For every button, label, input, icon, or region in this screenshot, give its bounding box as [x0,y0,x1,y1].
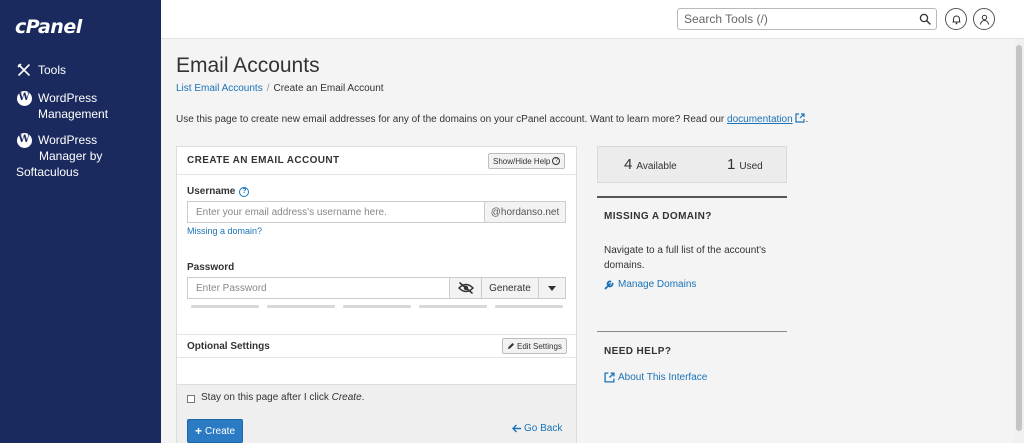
password-input[interactable] [187,277,450,299]
stat-used: 1 Used [727,156,763,173]
sidebar-item-wordpress-softaculous[interactable]: W WordPress Manager by Softaculous [16,132,102,180]
breadcrumb-list-email-accounts[interactable]: List Email Accounts [176,83,263,94]
search-input[interactable] [678,9,912,29]
documentation-link[interactable]: documentation [727,114,793,125]
notifications-button[interactable] [945,8,967,30]
user-menu-button[interactable] [973,8,995,30]
sidebar: cPanel Tools W WordPress Management W Wo… [0,0,161,443]
pencil-icon [508,343,514,349]
search-box [677,8,937,30]
eye-slash-icon [457,282,474,294]
create-email-panel: CREATE AN EMAIL ACCOUNT Show/Hide Help ?… [176,146,577,443]
generate-options-dropdown[interactable] [539,277,566,299]
cpanel-logo[interactable]: cPanel [15,16,82,38]
sidebar-item-label: Tools [38,63,67,77]
optional-settings-title: Optional Settings [187,341,270,352]
wrench-icon [604,280,614,290]
stay-on-page-label: Stay on this page after I click Create. [201,392,365,403]
user-icon [979,14,989,25]
bell-icon [952,15,960,24]
panel-title: CREATE AN EMAIL ACCOUNT [187,155,340,166]
external-link-icon[interactable] [795,113,806,123]
scrollbar[interactable] [1014,39,1024,443]
edit-settings-button[interactable]: Edit Settings [502,338,567,354]
panel-header: CREATE AN EMAIL ACCOUNT Show/Hide Help ? [177,147,576,175]
generate-password-button[interactable]: Generate [482,277,539,299]
sidebar-item-label: WordPress Management [38,91,109,121]
password-strength-segment [419,305,487,308]
intro-text: Use this page to create new email addres… [176,113,809,125]
toggle-password-visibility-button[interactable] [449,277,482,299]
breadcrumb-separator: / [266,83,270,94]
go-back-link[interactable]: Go Back [512,423,562,434]
need-help-panel: NEED HELP? About This Interface [597,332,787,392]
tools-icon [16,62,32,78]
wordpress-icon: W [16,132,32,148]
missing-domain-title: MISSING A DOMAIN? [604,211,712,222]
password-strength-segment [343,305,411,308]
wordpress-icon: W [16,90,32,106]
password-strength-segment [495,305,563,308]
top-bar [161,0,1024,39]
username-input[interactable] [187,201,484,223]
password-label: Password [187,262,235,273]
panel-footer: Stay on this page after I click Create. … [177,384,576,443]
account-stats: 4 Available 1 Used [597,146,787,183]
breadcrumb-current: Create an Email Account [273,83,384,94]
domain-addon: @hordanso.net [484,201,566,223]
sidebar-item-tools[interactable]: Tools [16,62,66,78]
optional-settings-header: Optional Settings Edit Settings [177,334,576,358]
create-button[interactable]: + Create [187,419,243,443]
search-icon[interactable] [919,13,931,25]
breadcrumb: List Email Accounts / Create an Email Acco… [176,83,384,94]
plus-icon: + [194,424,202,438]
show-hide-help-button[interactable]: Show/Hide Help ? [488,153,566,169]
external-link-icon [604,372,615,383]
arrow-left-icon [512,424,521,433]
stay-on-page-checkbox[interactable] [187,395,195,403]
help-icon[interactable]: ? [239,186,250,197]
manage-domains-link[interactable]: Manage Domains [604,279,696,290]
scrollbar-thumb[interactable] [1016,45,1022,431]
stat-available: 4 Available [624,156,677,173]
password-strength-segment [191,305,259,308]
caret-down-icon [548,285,556,291]
need-help-title: NEED HELP? [604,346,672,357]
password-strength-segment [267,305,335,308]
about-interface-link[interactable]: About This Interface [604,372,707,383]
sidebar-item-wordpress-management[interactable]: W WordPress Management [16,90,108,122]
missing-domain-panel: MISSING A DOMAIN? Navigate to a full lis… [597,196,787,332]
missing-domain-text: Navigate to a full list of the account's… [604,245,766,271]
missing-domain-link[interactable]: Missing a domain? [187,226,262,236]
help-icon: ? [552,157,561,165]
page-title: Email Accounts [176,54,320,77]
sidebar-item-label: WordPress Manager by Softaculous [16,133,103,179]
username-label: Username ? [187,186,250,197]
